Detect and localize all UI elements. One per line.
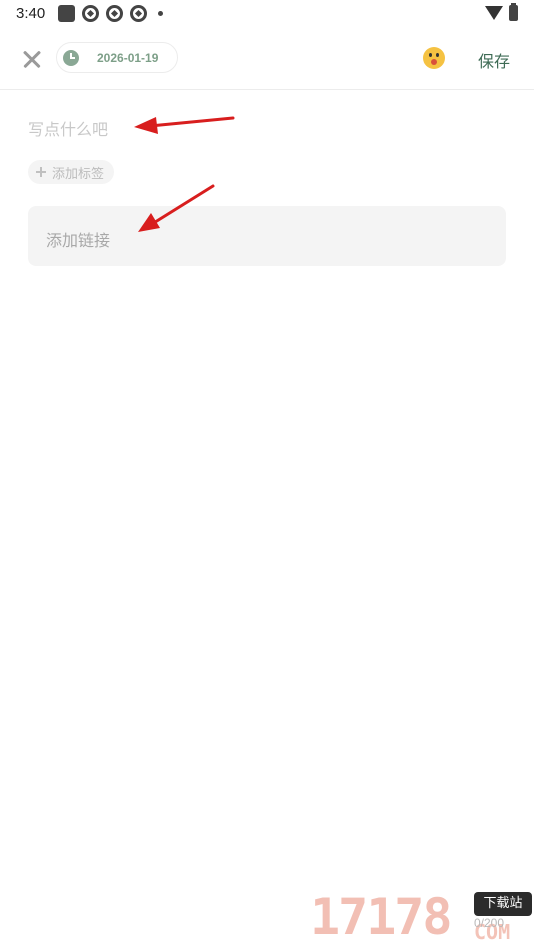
annotation-arrow [134, 116, 235, 134]
editor-toolbar: 2026-01-19 保存 [0, 36, 534, 90]
date-picker-chip[interactable]: 2026-01-19 [56, 42, 178, 73]
save-button[interactable]: 保存 [478, 48, 510, 72]
add-link-label: 添加链接 [46, 231, 111, 250]
add-tag-label: 添加标签 [52, 166, 105, 182]
aperture-icon [130, 5, 147, 22]
date-value: 2026-01-19 [97, 50, 159, 65]
clock-icon [63, 49, 79, 66]
watermark-badge: 下载站 [474, 892, 532, 916]
plus-icon [36, 167, 46, 177]
aperture-icon [82, 5, 99, 22]
add-tag-button[interactable]: 添加标签 [28, 160, 115, 184]
add-link-field[interactable]: 添加链接 [28, 206, 506, 266]
more-notifications-dot-icon [158, 11, 163, 16]
aperture-icon [106, 5, 123, 22]
status-time: 3:40 [16, 5, 46, 22]
battery-icon [509, 3, 518, 21]
emoji-mood-icon[interactable] [423, 47, 445, 69]
notification-icons [58, 5, 163, 22]
app-notification-icon [58, 5, 75, 22]
watermark-number: 17178 [310, 888, 453, 946]
char-counter: 0/200 [474, 916, 505, 930]
status-bar: 3:40 [0, 0, 534, 28]
close-icon[interactable] [18, 45, 46, 73]
system-icons [485, 3, 518, 21]
content-input[interactable]: 写点什么吧 [28, 116, 108, 140]
wifi-icon [485, 6, 503, 20]
annotation-arrows [134, 116, 235, 232]
